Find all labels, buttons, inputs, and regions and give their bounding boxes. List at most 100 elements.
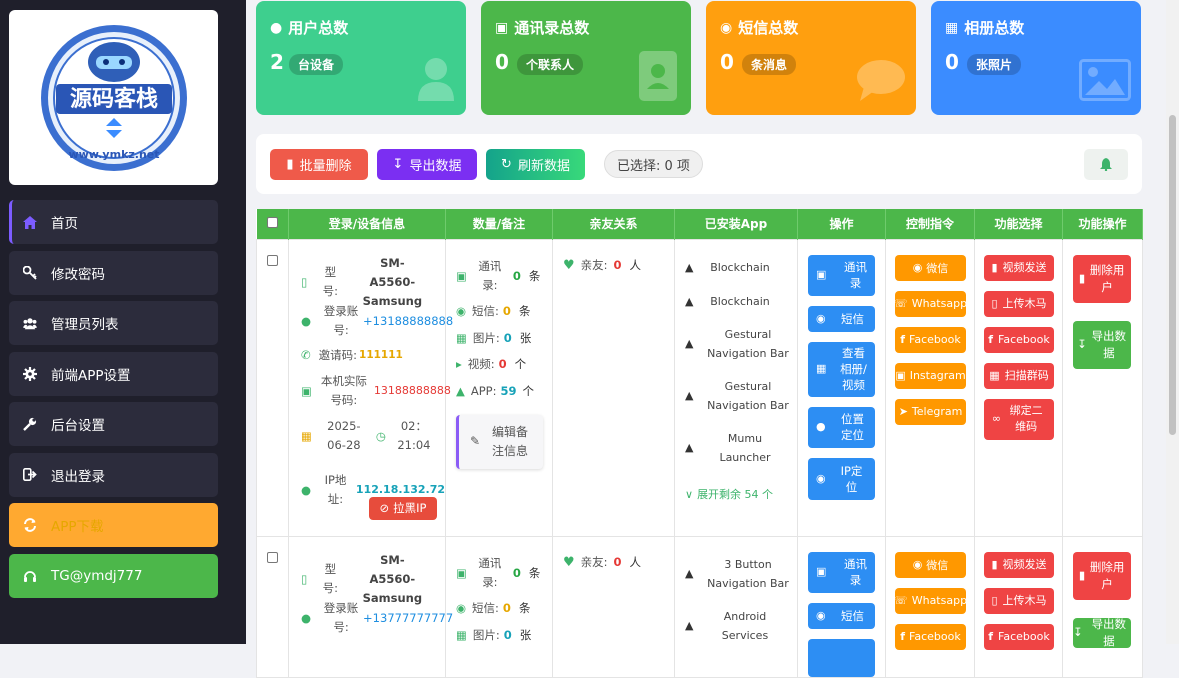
- address-book-icon: ▣: [456, 565, 467, 580]
- sidebar-item-admin-list[interactable]: 管理员列表: [9, 301, 218, 345]
- installed-apps-cell: ▲ 3 Button Navigation Bar ▲ Android Servic…: [674, 535, 798, 678]
- edit-icon: ✎: [469, 434, 481, 448]
- button-label: Facebook: [909, 630, 961, 643]
- batch-delete-button[interactable]: ▮ 批量删除: [270, 149, 368, 180]
- sidebar-item-backend-settings[interactable]: 后台设置: [9, 402, 218, 446]
- facebook-function-button[interactable]: f Facebook: [984, 326, 1054, 353]
- refresh-button[interactable]: ↻ 刷新数据: [486, 149, 585, 180]
- map-marker-icon: ●: [816, 420, 826, 433]
- facebook-button[interactable]: f Facebook: [895, 623, 966, 650]
- image-icon: ▦: [945, 19, 959, 36]
- export-row-button[interactable]: ↧ 导出数据: [1073, 617, 1131, 648]
- upload-trojan-button[interactable]: ▯ 上传木马: [984, 290, 1054, 317]
- button-label: IP定位: [840, 463, 863, 494]
- ip-location-button[interactable]: ◉ IP定位: [808, 457, 875, 500]
- block-ip-button[interactable]: ⊘ 拉黑IP: [369, 496, 437, 520]
- button-label: 上传木马: [1002, 593, 1047, 607]
- row-checkbox[interactable]: [267, 254, 278, 266]
- notification-button[interactable]: [1084, 149, 1128, 180]
- phone-icon: ✆: [301, 348, 311, 362]
- button-label: Whatsapp: [911, 297, 968, 310]
- upload-trojan-button[interactable]: ▯ 上传木马: [984, 587, 1054, 614]
- sidebar-nav: 首页 修改密码 管理员列表 前端APP设置 后台设置 退出登录 APP下载 TG…: [9, 200, 218, 604]
- sms-button[interactable]: ◉ 短信: [808, 305, 875, 332]
- sidebar-item-label: 前端APP设置: [51, 367, 131, 384]
- invite-value: 111111: [359, 349, 403, 361]
- button-label: 绑定二维码: [1009, 404, 1043, 433]
- instagram-button[interactable]: ▣ Instagram: [895, 362, 966, 389]
- app-item: ▲ 3 Button Navigation Bar: [675, 555, 797, 593]
- sidebar-item-app-download[interactable]: APP下载: [9, 503, 218, 547]
- contacts-button[interactable]: ▣ 通讯录: [808, 254, 875, 296]
- sidebar-item-home[interactable]: 首页: [9, 200, 218, 244]
- clock-icon: ◷: [375, 428, 386, 443]
- video-send-button[interactable]: ▮ 视频发送: [984, 551, 1054, 578]
- friends-cell: ♥ 亲友: 0 人: [552, 238, 675, 537]
- export-row-button[interactable]: ↧ 导出数据: [1073, 320, 1131, 369]
- user-icon: ●: [301, 313, 312, 328]
- unit: 条: [518, 304, 531, 318]
- stat-card-sms: ◉ 短信总数 0 条消息: [706, 1, 916, 115]
- wechat-button[interactable]: ◉ 微信: [895, 254, 966, 281]
- sms-button[interactable]: ◉ 短信: [808, 602, 875, 629]
- comment-icon: [857, 60, 905, 101]
- app-item: ▲ Blockchain: [675, 258, 797, 277]
- model-label: 型号:: [322, 562, 339, 595]
- sidebar-item-label: APP下载: [51, 519, 104, 535]
- sidebar-item-change-password[interactable]: 修改密码: [9, 250, 218, 295]
- stat-card-users: ● 用户总数 2 台设备: [256, 1, 466, 115]
- export-button[interactable]: ↧ 导出数据: [377, 149, 477, 180]
- button-label: 导出数据: [1091, 328, 1127, 360]
- button-label: Facebook: [998, 629, 1050, 643]
- sidebar-item-logout[interactable]: 退出登录: [9, 452, 218, 497]
- wechat-button[interactable]: ◉ 微信: [895, 551, 966, 578]
- contacts-button[interactable]: ▣ 通讯录: [808, 551, 875, 593]
- address-book-icon: ▣: [816, 565, 827, 578]
- comment-icon: ◉: [456, 304, 467, 318]
- stat-value: 0: [720, 50, 734, 74]
- sidebar-item-app-settings[interactable]: 前端APP设置: [9, 351, 218, 396]
- page-scrollbar[interactable]: [1166, 0, 1179, 644]
- app-item: ▲ Gestural Navigation Bar: [675, 377, 797, 415]
- location-button[interactable]: ● 位置定位: [808, 406, 875, 448]
- column-header: 已安装App: [674, 209, 798, 239]
- video-send-button[interactable]: ▮ 视频发送: [984, 254, 1054, 281]
- ip-value: 112.18.132.72: [355, 483, 445, 496]
- whatsapp-button[interactable]: ☏ Whatsapp: [893, 587, 967, 614]
- whatsapp-icon: ☏: [893, 594, 908, 607]
- functions-cell: ▮ 视频发送 ▯ 上传木马 f Facebook ▦ 扫描群码 ∞ 绑定二维码: [974, 238, 1063, 537]
- android-icon: ▲: [685, 260, 694, 274]
- edit-note-button[interactable]: ✎ 编辑备注信息: [456, 414, 543, 469]
- app-count-value: 59: [500, 384, 517, 398]
- delete-user-button[interactable]: ▮ 删除用户: [1073, 551, 1131, 600]
- trash-icon: ▮: [1078, 568, 1086, 582]
- facebook-icon: f: [900, 333, 906, 346]
- link-icon: ∞: [991, 412, 1002, 425]
- facebook-function-button[interactable]: f Facebook: [984, 623, 1054, 650]
- bind-qrcode-button[interactable]: ∞ 绑定二维码: [984, 398, 1054, 440]
- telegram-button[interactable]: ➤ Telegram: [895, 398, 966, 425]
- button-label: 短信: [841, 608, 864, 623]
- gear-icon: [23, 366, 37, 381]
- select-all-checkbox[interactable]: [266, 216, 278, 228]
- home-icon: [23, 215, 37, 229]
- view-album-button[interactable]: ▦ 查看相册/视频: [808, 341, 875, 397]
- delete-user-button[interactable]: ▮ 删除用户: [1073, 254, 1131, 303]
- view-album-button[interactable]: [808, 638, 875, 677]
- whatsapp-button[interactable]: ☏ Whatsapp: [894, 290, 968, 317]
- globe-icon: ◉: [816, 471, 826, 485]
- unit: 个: [514, 357, 527, 371]
- button-label: 扫描群码: [1004, 368, 1049, 382]
- time-value: 02：21:04: [397, 418, 431, 452]
- refresh-icon: ↻: [501, 157, 512, 172]
- facebook-button[interactable]: f Facebook: [895, 326, 966, 353]
- expand-apps-link[interactable]: ∨ 展开剩余 54 个: [675, 485, 797, 504]
- wechat-icon: ◉: [912, 558, 923, 571]
- button-label: 通讯录: [844, 260, 867, 290]
- sidebar-item-telegram-contact[interactable]: TG@ymdj777: [9, 553, 218, 598]
- select-all-cell: [256, 209, 289, 239]
- phone-label: 本机实际号码:: [320, 373, 367, 407]
- row-checkbox[interactable]: [267, 551, 278, 563]
- scan-group-code-button[interactable]: ▦ 扫描群码: [984, 362, 1054, 389]
- scrollbar-thumb[interactable]: [1169, 115, 1176, 435]
